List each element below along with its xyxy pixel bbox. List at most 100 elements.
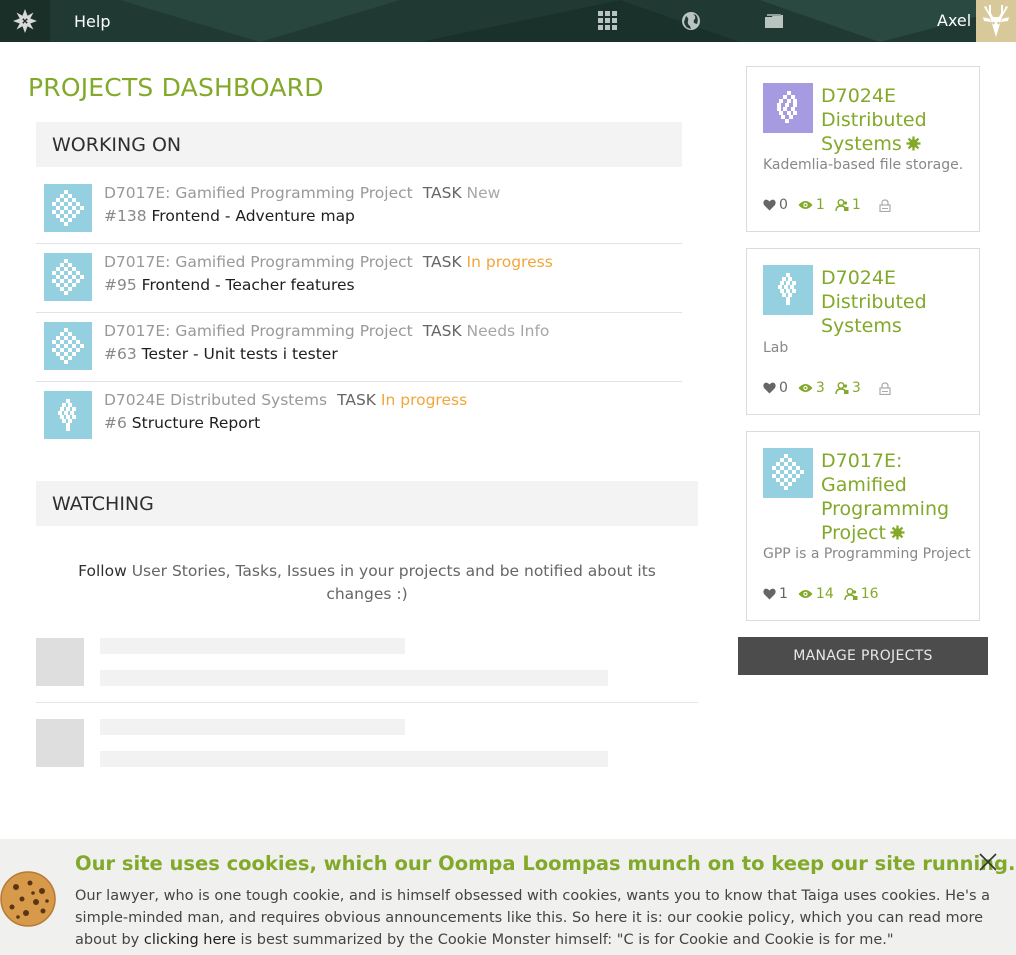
working-item[interactable]: D7017E: Gamified Programming Project TASK… [36,175,682,244]
project-name-link[interactable]: D7024E Distributed Systems [821,266,971,338]
work-item-status: Needs Info [466,322,550,340]
work-item-title[interactable]: #63 Tester - Unit tests i tester [104,345,338,363]
work-item-status: New [466,184,501,202]
work-item-type: TASK [422,184,462,202]
cookie-banner: Our site uses cookies, which our Oompa L… [0,839,1016,955]
work-item-type: TASK [422,322,462,340]
likes-count: 0 [779,197,788,213]
members-stat: 3 [835,380,861,396]
project-stats: 0 1 1 [763,197,901,213]
private-lock-icon [879,198,891,212]
navbar-decoration [120,0,400,42]
projects-grid-icon[interactable] [597,10,619,32]
project-name[interactable]: D7017E: Gamified Programming Project [821,450,949,544]
work-item-subject[interactable]: Frontend - Adventure map [152,207,355,225]
work-item-project[interactable]: D7017E: Gamified Programming Project [104,184,413,202]
watchers-stat: 14 [798,586,834,602]
work-item-project[interactable]: D7017E: Gamified Programming Project [104,322,413,340]
project-description: GPP is a Programming Project [763,546,971,562]
project-name-link[interactable]: D7017E: Gamified Programming Project [821,449,971,546]
close-icon[interactable] [978,852,998,872]
work-item-type: TASK [422,253,462,271]
likes-stat: 0 [763,380,788,396]
eye-icon [798,384,813,392]
follow-bold: Follow [78,562,127,580]
user-name[interactable]: Axel [937,11,971,30]
watchers-count: 3 [815,380,825,396]
watching-empty-message: Follow User Stories, Tasks, Issues in yo… [60,560,674,606]
looking-for-people-icon [890,522,905,546]
manage-projects-button[interactable]: MANAGE PROJECTS [738,637,988,675]
work-item-subject[interactable]: Tester - Unit tests i tester [142,345,338,363]
likes-stat: 1 [763,586,788,602]
watching-title: WATCHING [52,492,154,515]
working-item[interactable]: D7017E: Gamified Programming Project TASK… [36,244,682,313]
working-on-header: WORKING ON [36,122,682,167]
project-stats: 0 3 3 [763,380,901,396]
project-thumbnail-gpp[interactable] [44,253,92,301]
members-stat: 16 [844,586,879,602]
project-thumbnail-gpp[interactable] [763,448,813,498]
likes-stat: 0 [763,197,788,213]
watchers-count: 14 [815,586,834,602]
work-item-ref[interactable]: #138 [104,207,147,225]
work-item-type: TASK [337,391,376,409]
private-lock-icon [879,381,891,395]
project-stats: 1 14 16 [763,586,889,602]
placeholder-line [100,719,405,735]
project-name-link[interactable]: D7024E Distributed Systems [821,84,971,157]
members-icon [835,198,849,211]
discover-globe-icon[interactable] [680,10,702,32]
cookie-policy-link[interactable]: clicking here [144,932,236,948]
project-name[interactable]: D7024E Distributed Systems [821,267,927,337]
members-count: 16 [860,586,879,602]
eye-icon [798,201,813,209]
working-item[interactable]: D7017E: Gamified Programming Project TASK… [36,313,682,382]
cookie-title: Our site uses cookies, which our Oompa L… [75,852,1016,875]
likes-count: 1 [779,586,788,602]
likes-count: 0 [779,380,788,396]
user-avatar-icon[interactable] [976,0,1016,42]
project-thumbnail-gpp[interactable] [44,322,92,370]
work-item-project[interactable]: D7017E: Gamified Programming Project [104,253,413,271]
work-item-ref[interactable]: #6 [104,414,127,432]
placeholder-thumb [36,719,84,767]
work-item-meta: D7024E Distributed Systems TASK In progre… [104,391,467,409]
working-on-title: WORKING ON [52,133,182,156]
taiga-logo-icon[interactable] [0,0,50,42]
watchers-count: 1 [815,197,825,213]
work-item-subject[interactable]: Structure Report [132,414,260,432]
top-navbar: Help Axel [0,0,1016,42]
heart-icon [763,382,776,394]
members-icon [844,587,858,600]
members-icon [835,381,849,394]
project-thumbnail-gpp[interactable] [44,184,92,232]
work-item-subject[interactable]: Frontend - Teacher features [142,276,355,294]
work-item-title[interactable]: #95 Frontend - Teacher features [104,276,355,294]
watching-header: WATCHING [36,481,698,526]
members-count: 3 [851,380,861,396]
work-item-ref[interactable]: #63 [104,345,137,363]
cookie-body-text-end: is best summarized by the Cookie Monster… [235,932,894,948]
eye-icon [798,590,813,598]
working-item[interactable]: D7024E Distributed Systems TASK In progre… [36,382,682,451]
project-description: Kademlia-based file storage. [763,157,964,173]
placeholder-thumb [36,638,84,686]
project-thumbnail-ds-purple[interactable] [763,83,813,133]
heart-icon [763,199,776,211]
work-item-ref[interactable]: #95 [104,276,137,294]
inbox-folder-icon[interactable] [763,10,785,32]
work-item-meta: D7017E: Gamified Programming Project TASK… [104,184,500,202]
work-item-title[interactable]: #6 Structure Report [104,414,260,432]
follow-rest: User Stories, Tasks, Issues in your proj… [131,562,656,603]
placeholder-line [100,670,608,686]
project-thumbnail-ds[interactable] [44,391,92,439]
project-card: D7017E: Gamified Programming Project GPP… [746,431,980,621]
placeholder-row [36,638,698,720]
project-thumbnail-ds[interactable] [763,265,813,315]
project-description: Lab [763,340,789,356]
work-item-meta: D7017E: Gamified Programming Project TASK… [104,253,553,271]
work-item-title[interactable]: #138 Frontend - Adventure map [104,207,355,225]
work-item-project[interactable]: D7024E Distributed Systems [104,391,327,409]
nav-help-link[interactable]: Help [74,12,110,31]
